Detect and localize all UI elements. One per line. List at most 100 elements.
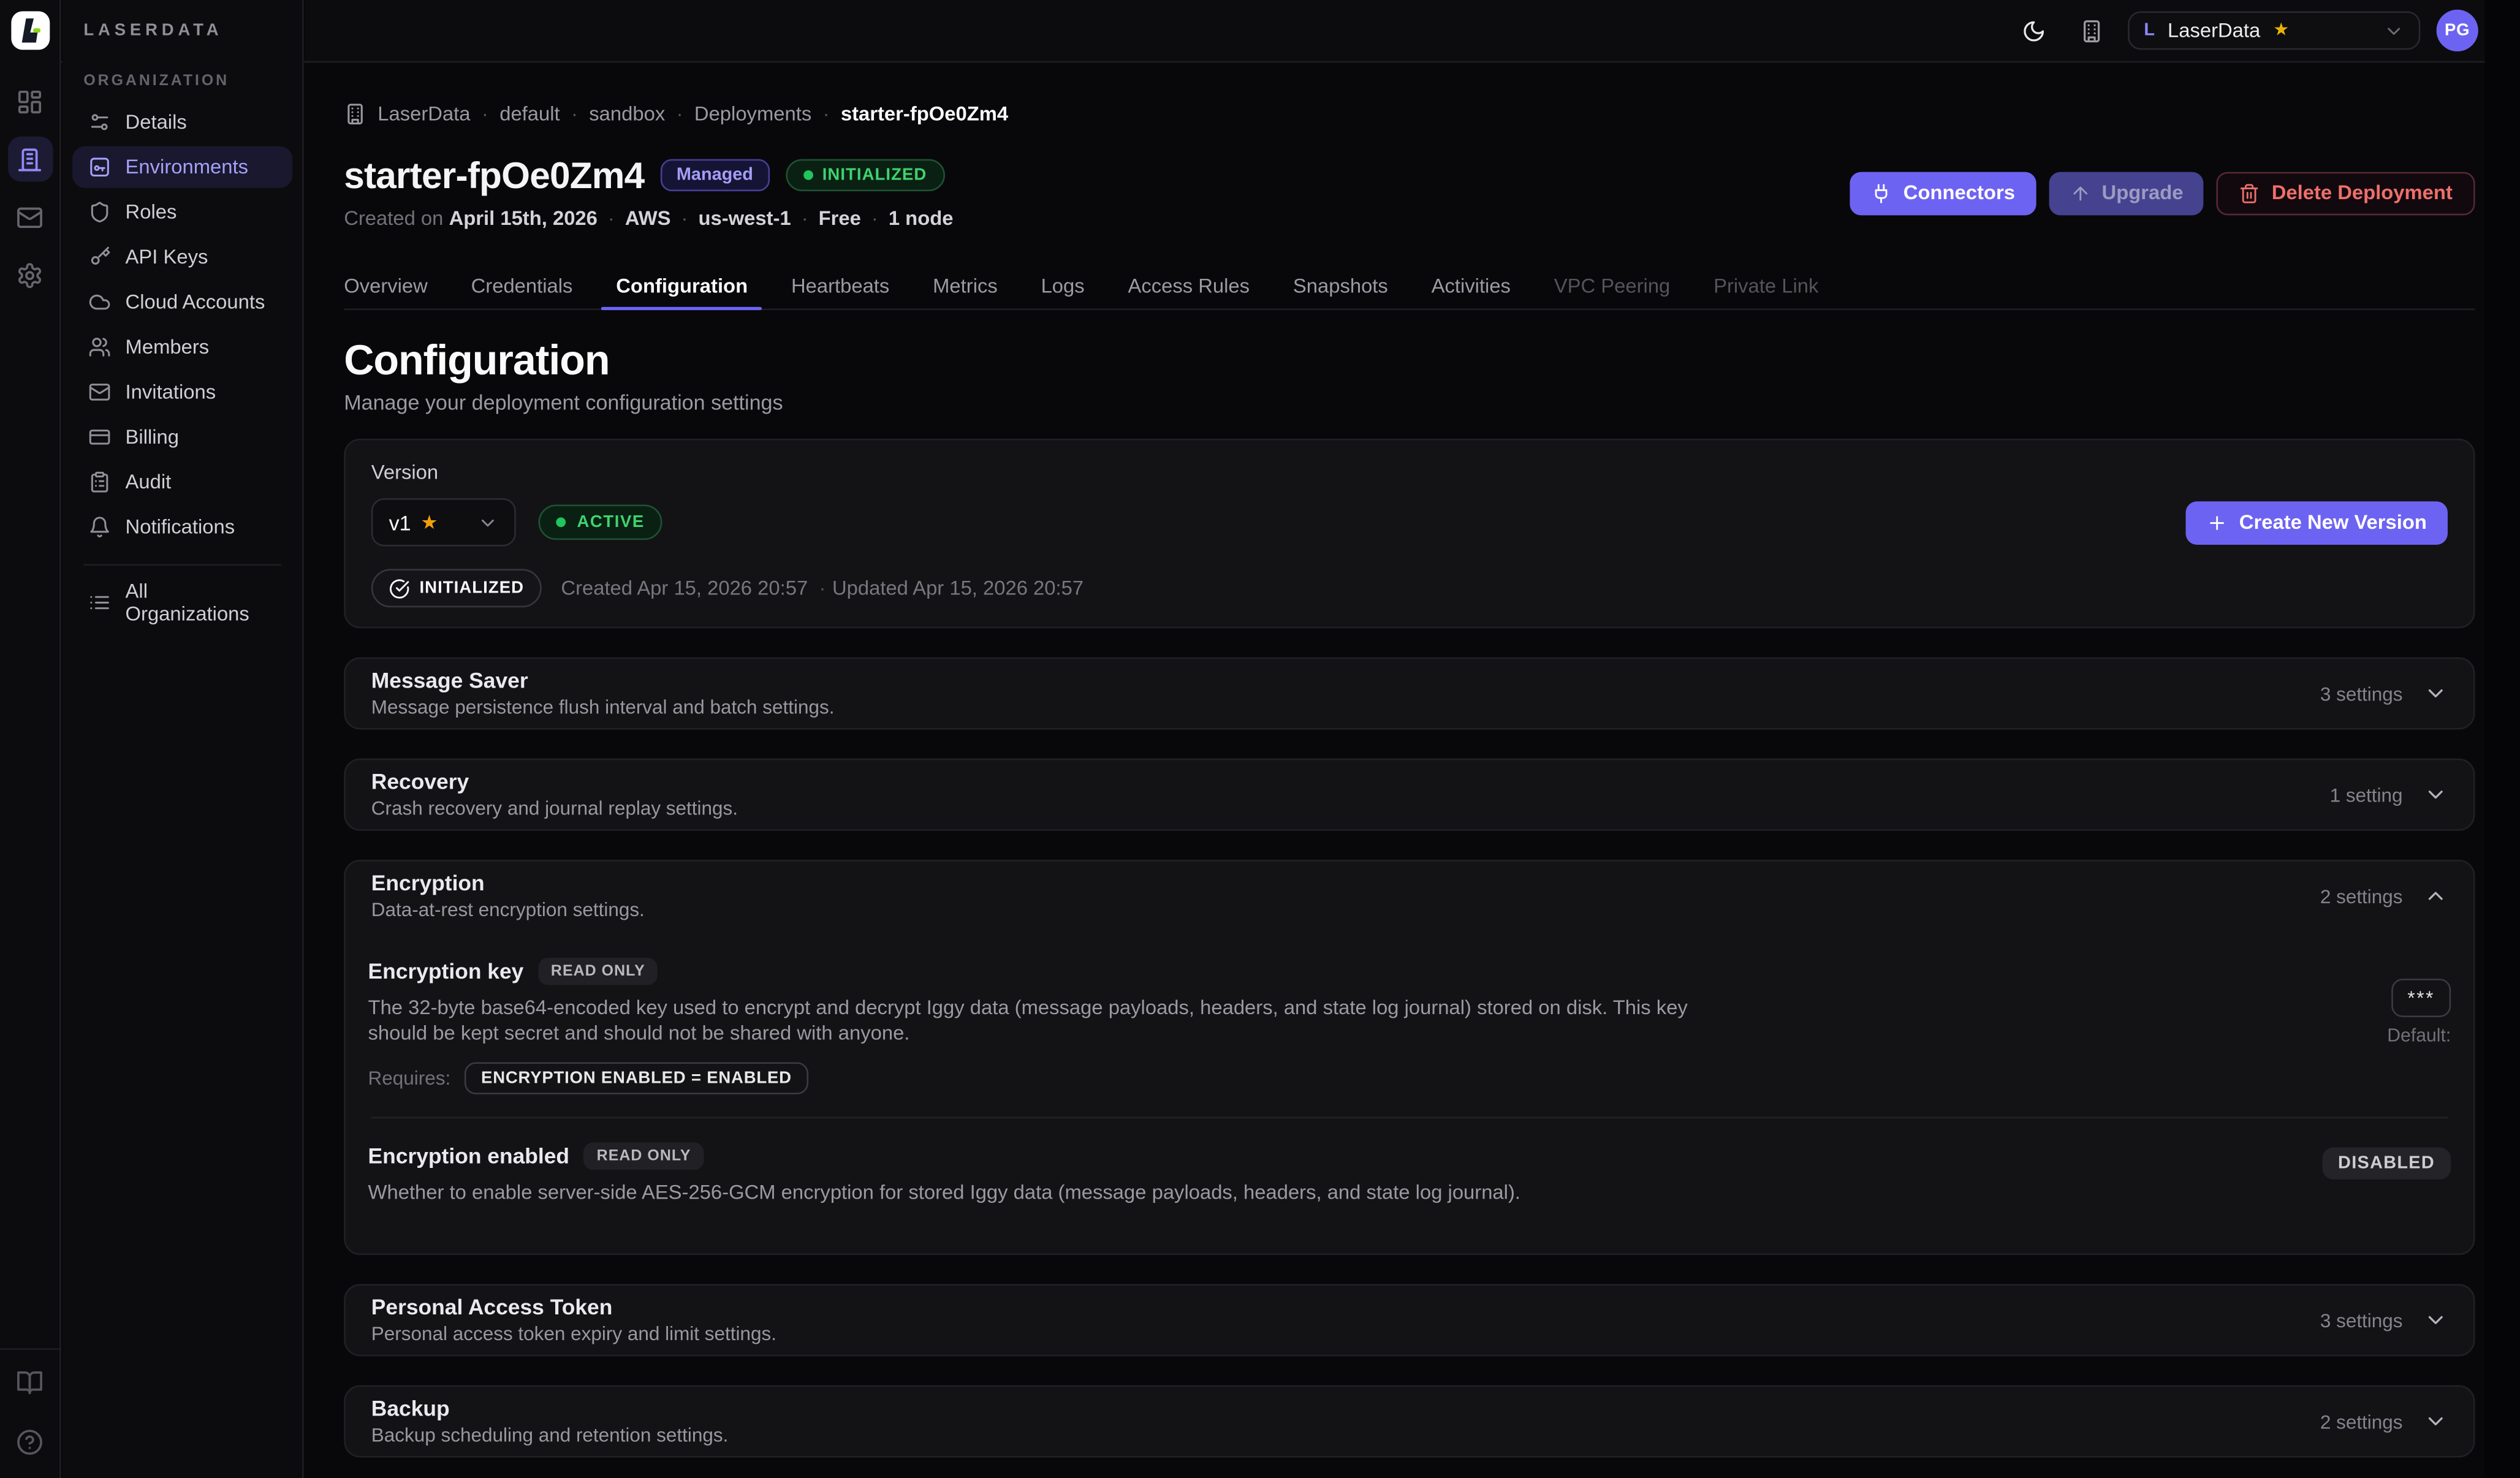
status-dot xyxy=(803,170,813,180)
help-circle-icon[interactable] xyxy=(16,1428,44,1456)
org-monogram: L xyxy=(2144,21,2155,40)
delete-deployment-button[interactable]: Delete Deployment xyxy=(2217,171,2475,214)
tab-access-rules[interactable]: Access Rules xyxy=(1128,263,1250,308)
tab-overview[interactable]: Overview xyxy=(344,263,428,308)
org-selector[interactable]: L LaserData ★ xyxy=(2128,11,2420,50)
requires-row: Requires: ENCRYPTION ENABLED = ENABLED xyxy=(368,1062,2388,1094)
sidebar-item-audit[interactable]: Audit xyxy=(72,461,292,503)
environments-icon xyxy=(88,156,111,178)
version-dates: Created Apr 15, 2026 20:57·Updated Apr 1… xyxy=(561,577,1084,599)
mail-rail-icon[interactable] xyxy=(7,194,52,239)
breadcrumb-link[interactable]: LaserData xyxy=(378,103,470,126)
list-icon xyxy=(88,591,111,614)
sidebar-item-roles[interactable]: Roles xyxy=(72,191,292,233)
tab-vpc-peering: VPC Peering xyxy=(1554,263,1671,308)
section-card-encryption: Encryption Data-at-rest encryption setti… xyxy=(344,860,2475,1255)
settings-count: 3 settings xyxy=(2320,1309,2403,1332)
chevron-down-icon[interactable] xyxy=(2424,1308,2448,1332)
sidebar-item-api-keys[interactable]: API Keys xyxy=(72,237,292,278)
scrollbar-gutter[interactable] xyxy=(2484,0,2520,1478)
cloud-icon xyxy=(88,291,111,314)
setting-description: Whether to enable server-side AES-256-GC… xyxy=(368,1180,1718,1205)
settings-count: 2 settings xyxy=(2320,1410,2403,1433)
version-label: Version xyxy=(371,460,2448,485)
org-building-icon xyxy=(344,103,366,126)
sidebar-item-members[interactable]: Members xyxy=(72,326,292,368)
nav-label: Billing xyxy=(126,426,179,449)
environments-rail-icon[interactable] xyxy=(7,137,52,181)
chevron-up-icon[interactable] xyxy=(2424,884,2448,908)
sidebar-item-details[interactable]: Details xyxy=(72,101,292,143)
breadcrumb: LaserData · default · sandbox · Deployme… xyxy=(344,101,2475,127)
tab-activities[interactable]: Activities xyxy=(1432,263,1511,308)
nav-label: Environments xyxy=(126,156,248,178)
page-subtitle: Manage your deployment configuration set… xyxy=(344,390,2475,416)
star-icon: ★ xyxy=(2273,21,2289,39)
settings-count: 3 settings xyxy=(2320,682,2403,705)
breadcrumb-link[interactable]: sandbox xyxy=(589,103,665,126)
dashboard-icon[interactable] xyxy=(7,79,52,124)
chevron-down-icon xyxy=(2383,20,2404,41)
brand-logo[interactable] xyxy=(0,0,59,61)
chevron-down-icon[interactable] xyxy=(2424,1409,2448,1433)
tab-credentials[interactable]: Credentials xyxy=(471,263,573,308)
main-content: LaserData · default · sandbox · Deployme… xyxy=(305,63,2484,1478)
arrow-up-icon xyxy=(2070,183,2090,203)
active-dot xyxy=(556,517,566,527)
connectors-button[interactable]: Connectors xyxy=(1850,171,2036,214)
sidebar-item-notifications[interactable]: Notifications xyxy=(72,506,292,548)
plus-icon xyxy=(2207,512,2228,532)
section-header[interactable]: Backup Backup scheduling and retention s… xyxy=(346,1387,2473,1456)
version-card: Version v1 ★ ACTIVE Create New Version xyxy=(344,439,2475,628)
rail-icon-list xyxy=(0,79,59,298)
tab-snapshots[interactable]: Snapshots xyxy=(1293,263,1388,308)
nav-label: Details xyxy=(126,111,187,134)
docs-book-icon[interactable] xyxy=(16,1369,44,1397)
section-header[interactable]: Encryption Data-at-rest encryption setti… xyxy=(346,862,2473,931)
key-icon xyxy=(88,246,111,268)
sidebar-item-all-organizations[interactable]: All Organizations xyxy=(72,582,292,623)
tab-logs[interactable]: Logs xyxy=(1041,263,1085,308)
setting-encryption-enabled: Encryption enabled READ ONLY Whether to … xyxy=(368,1141,2451,1205)
active-badge: ACTIVE xyxy=(539,504,662,540)
nav-label: API Keys xyxy=(126,246,208,268)
shield-icon xyxy=(88,201,111,224)
organization-building-icon[interactable] xyxy=(2070,10,2112,51)
user-avatar[interactable]: PG xyxy=(2437,10,2478,51)
disabled-value-badge: DISABLED xyxy=(2322,1147,2451,1179)
plug-icon xyxy=(1871,183,1892,203)
nav-label: Audit xyxy=(126,471,172,493)
sidebar-item-invitations[interactable]: Invitations xyxy=(72,371,292,413)
mail-icon xyxy=(88,381,111,404)
breadcrumb-link[interactable]: Deployments xyxy=(694,103,811,126)
bell-icon xyxy=(88,516,111,539)
upgrade-button[interactable]: Upgrade xyxy=(2049,171,2204,214)
top-bar: L LaserData ★ PG xyxy=(305,0,2484,61)
credit-card-icon xyxy=(88,426,111,449)
breadcrumb-link[interactable]: default xyxy=(499,103,560,126)
read-only-badge: READ ONLY xyxy=(538,957,658,985)
encryption-key-masked-value[interactable]: *** xyxy=(2391,979,2451,1017)
sidebar-item-cloud-accounts[interactable]: Cloud Accounts xyxy=(72,281,292,323)
section-card-recovery: Recovery Crash recovery and journal repl… xyxy=(344,759,2475,831)
chevron-down-icon[interactable] xyxy=(2424,783,2448,806)
sidebar-nav: LASERDATA ORGANIZATION Details Environme… xyxy=(63,0,303,1478)
settings-gear-icon[interactable] xyxy=(7,252,52,297)
section-header[interactable]: Recovery Crash recovery and journal repl… xyxy=(346,760,2473,829)
tab-configuration[interactable]: Configuration xyxy=(616,263,748,308)
sidebar-item-billing[interactable]: Billing xyxy=(72,416,292,458)
tab-metrics[interactable]: Metrics xyxy=(933,263,998,308)
page-title: Configuration xyxy=(344,336,2475,384)
sidebar-item-environments[interactable]: Environments xyxy=(72,146,292,188)
settings-count: 1 setting xyxy=(2330,783,2403,806)
section-header[interactable]: Personal Access Token Personal access to… xyxy=(346,1286,2473,1355)
version-select[interactable]: v1 ★ xyxy=(371,498,516,547)
theme-toggle-moon-icon[interactable] xyxy=(2012,10,2054,51)
create-new-version-button[interactable]: Create New Version xyxy=(2186,501,2448,544)
tab-heartbeats[interactable]: Heartbeats xyxy=(791,263,889,308)
chevron-down-icon[interactable] xyxy=(2424,681,2448,705)
section-card-message-saver: Message Saver Message persistence flush … xyxy=(344,658,2475,730)
section-header[interactable]: Message Saver Message persistence flush … xyxy=(346,659,2473,728)
nav-label: Cloud Accounts xyxy=(126,291,265,314)
deployment-meta: Created on April 15th, 2026 · AWS · us-w… xyxy=(344,206,1850,232)
